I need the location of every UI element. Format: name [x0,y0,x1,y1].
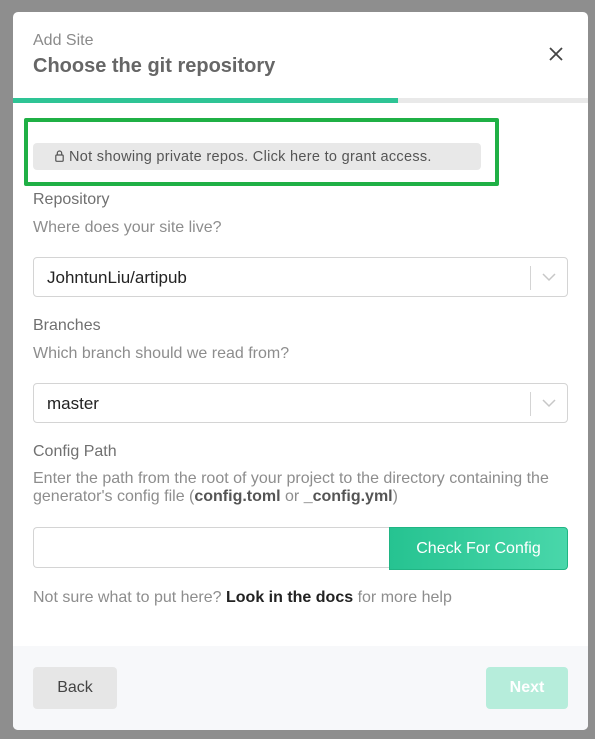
config-path-hint: Enter the path from the root of your pro… [33,470,568,506]
modal-subtitle: Add Site [33,32,94,49]
modal-title: Choose the git repository [33,55,276,77]
config-hint-suffix: ) [392,488,398,505]
config-path-input[interactable] [33,527,391,568]
select-divider [530,392,531,416]
select-divider [530,266,531,290]
config-file-name: config.toml [194,488,281,505]
close-icon[interactable] [545,43,567,65]
repository-hint: Where does your site live? [33,219,222,236]
add-site-modal: Add Site Choose the git repository Not s… [13,12,588,730]
repository-select[interactable]: JohntunLiu/artipub [33,257,568,297]
docs-link[interactable]: Look in the docs [226,589,353,606]
repository-label: Repository [33,191,110,208]
progress-bar-fill [13,98,399,103]
config-path-label: Config Path [33,443,117,460]
progress-bar [13,98,588,103]
back-button[interactable]: Back [33,667,117,709]
branch-select-value: master [47,394,99,413]
branch-select[interactable]: master [33,383,568,423]
lock-icon [55,150,64,162]
config-file-name: _config.yml [303,488,393,505]
config-hint-or: or [280,488,304,505]
chevron-down-icon [542,273,556,282]
branches-label: Branches [33,317,101,334]
check-for-config-button[interactable]: Check For Config [389,527,568,570]
grant-private-access-label: Not showing private repos. Click here to… [69,148,432,165]
repository-select-value: JohntunLiu/artipub [47,268,187,287]
branches-hint: Which branch should we read from? [33,345,290,362]
docs-help-text: Not sure what to put here? Look in the d… [33,589,452,607]
docs-help-suffix: for more help [353,589,452,606]
modal-header: Add Site Choose the git repository [13,12,588,98]
grant-private-access-button[interactable]: Not showing private repos. Click here to… [33,143,481,170]
modal-footer: Back Next [13,646,588,730]
next-button[interactable]: Next [486,667,568,709]
docs-help-prefix: Not sure what to put here? [33,589,226,606]
chevron-down-icon [542,399,556,408]
